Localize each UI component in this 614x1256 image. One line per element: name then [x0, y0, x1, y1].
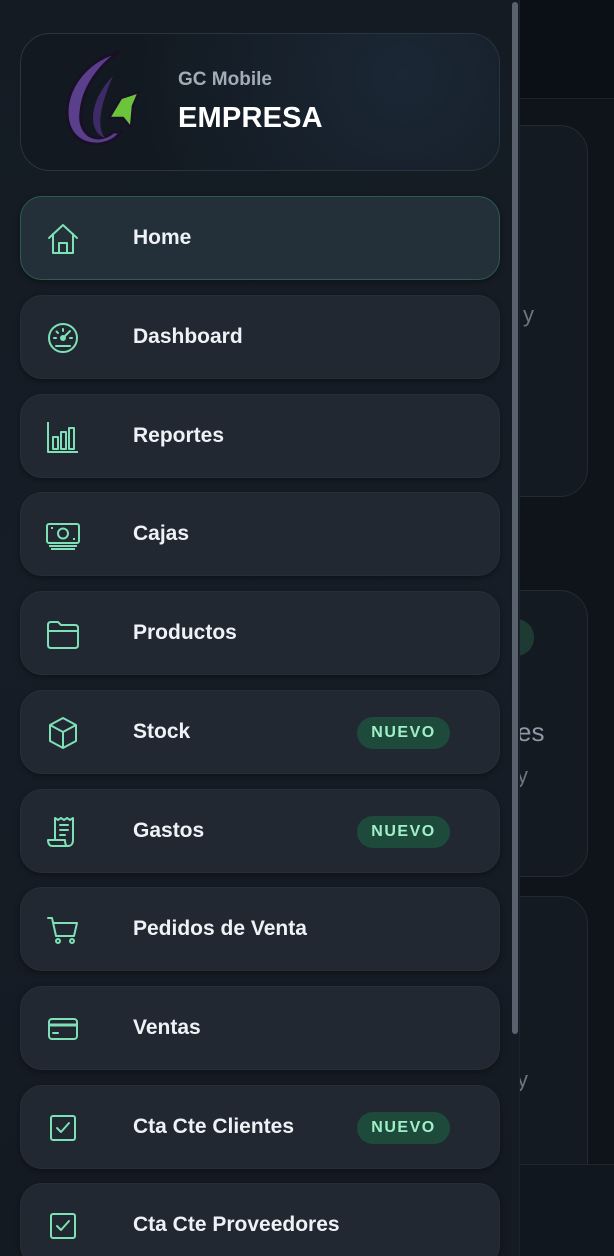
menu-item-pedidos-de-venta[interactable]: Pedidos de Venta — [20, 887, 500, 971]
menu-label: Cajas — [133, 522, 190, 545]
menu-item-cta-cte-proveedores[interactable]: Cta Cte Proveedores — [20, 1183, 500, 1256]
app-screen: y vo es y y GC Mobile EMPRESA — [0, 0, 614, 1256]
credit-card-icon — [43, 1009, 83, 1049]
menu-label: Cta Cte Proveedores — [133, 1213, 340, 1236]
menu-item-stock[interactable]: Stock NUEVO — [20, 690, 500, 774]
checkbox-icon — [43, 1108, 83, 1148]
menu-label: Ventas — [133, 1016, 201, 1039]
brand-subtitle: GC Mobile — [178, 69, 272, 90]
menu-label: Reportes — [133, 424, 225, 447]
menu-item-home[interactable]: Home — [20, 196, 500, 280]
brand-header: GC Mobile EMPRESA — [20, 33, 500, 171]
receipt-icon — [43, 812, 83, 852]
scrollbar-thumb[interactable] — [512, 2, 518, 1034]
menu-item-reportes[interactable]: Reportes — [20, 394, 500, 478]
bar-chart-icon — [43, 417, 83, 457]
menu-item-cta-cte-clientes[interactable]: Cta Cte Clientes NUEVO — [20, 1085, 500, 1169]
cart-icon — [43, 910, 83, 950]
cash-icon — [43, 515, 83, 555]
menu-item-ventas[interactable]: Ventas — [20, 986, 500, 1070]
menu-item-productos[interactable]: Productos — [20, 591, 500, 675]
drawer-scrollbar[interactable] — [511, 0, 519, 1256]
new-badge: NUEVO — [357, 717, 450, 749]
background-card-text: y — [523, 302, 534, 327]
menu-label: Cta Cte Clientes — [133, 1115, 295, 1138]
folder-icon — [43, 614, 83, 654]
menu-label: Productos — [133, 621, 237, 644]
menu-item-cajas[interactable]: Cajas — [20, 492, 500, 576]
gauge-icon — [43, 318, 83, 358]
menu-label: Stock — [133, 720, 191, 743]
gc-mobile-logo-icon — [61, 48, 141, 148]
menu-label: Pedidos de Venta — [133, 917, 307, 940]
menu-item-dashboard[interactable]: Dashboard — [20, 295, 500, 379]
background-card-text: es — [517, 717, 545, 747]
home-icon — [43, 219, 83, 259]
box-icon — [43, 713, 83, 753]
brand-title: EMPRESA — [178, 102, 323, 134]
checkbox-icon — [43, 1206, 83, 1246]
navigation-drawer: GC Mobile EMPRESA Home Dashboard Reporte… — [0, 0, 520, 1256]
menu-item-gastos[interactable]: Gastos NUEVO — [20, 789, 500, 873]
menu-label: Dashboard — [133, 325, 243, 348]
menu-label: Home — [133, 226, 192, 249]
new-badge: NUEVO — [357, 1112, 450, 1144]
new-badge: NUEVO — [357, 816, 450, 848]
menu-label: Gastos — [133, 819, 205, 842]
